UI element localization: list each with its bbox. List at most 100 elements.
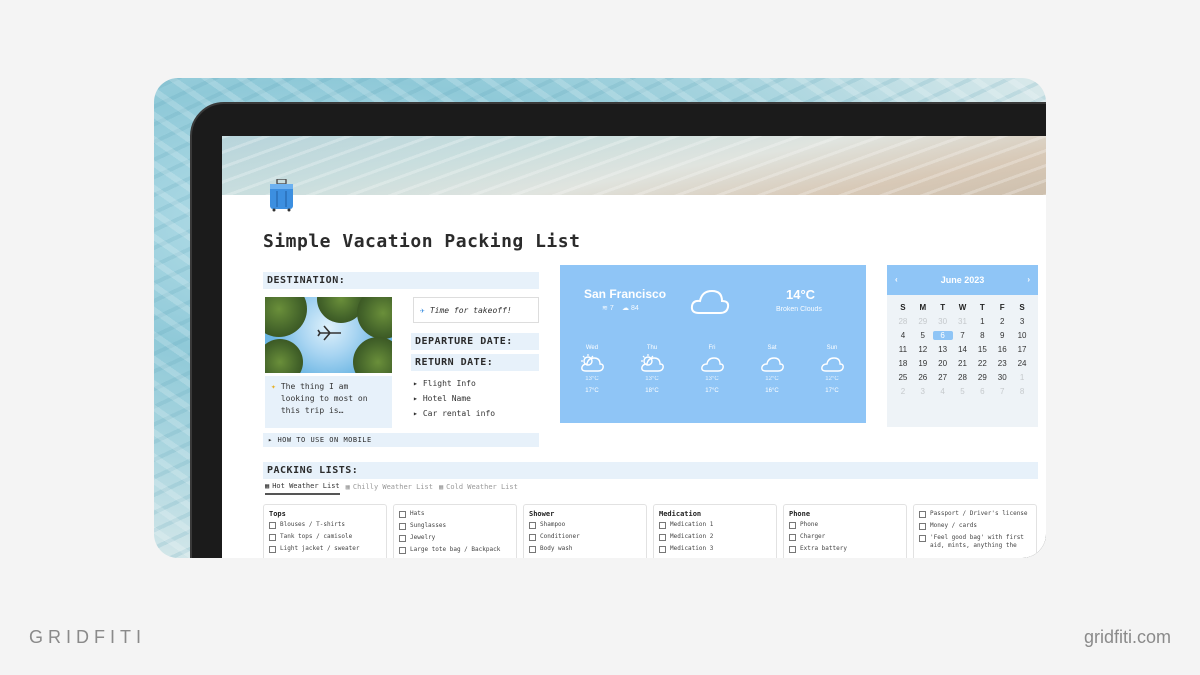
calendar-day[interactable]: 30 [933, 317, 953, 326]
checklist-item[interactable]: Medication 2 [659, 533, 771, 541]
calendar-day[interactable]: 5 [953, 387, 973, 396]
checkbox[interactable] [659, 522, 666, 529]
calendar-day[interactable]: 9 [992, 331, 1012, 340]
packing-list-card: Passport / Driver's license Money / cards… [913, 504, 1037, 558]
toggle-hotel-name[interactable]: ▸ Hotel Name [413, 394, 471, 403]
checkbox[interactable] [529, 522, 536, 529]
calendar-day[interactable]: 29 [913, 317, 933, 326]
calendar-day[interactable]: 12 [913, 345, 933, 354]
calendar-day[interactable]: 4 [933, 387, 953, 396]
calendar-day[interactable]: 24 [1012, 359, 1032, 368]
checklist-item[interactable]: Money / cards [919, 522, 1031, 530]
checklist-item[interactable]: Phone [789, 521, 901, 529]
calendar-day[interactable]: 2 [893, 387, 913, 396]
forecast-high: 17°C [705, 388, 719, 394]
next-month-button[interactable]: › [1027, 265, 1030, 295]
tab-view[interactable]: ▦ Hot Weather List [265, 482, 340, 495]
checklist-item[interactable]: Hats [399, 510, 511, 518]
checkbox[interactable] [399, 535, 406, 542]
trip-note[interactable]: ✦ The thing I am looking to most on this… [265, 376, 392, 428]
calendar-day[interactable]: 18 [893, 359, 913, 368]
checklist-item[interactable]: Conditioner [529, 533, 641, 541]
checkbox[interactable] [919, 535, 926, 542]
calendar-day[interactable]: 29 [972, 373, 992, 382]
checklist-item[interactable]: Jewelry [399, 534, 511, 542]
calendar-day[interactable]: 6 [932, 331, 953, 340]
calendar-day[interactable]: 7 [953, 331, 973, 340]
checklist-item[interactable]: Light jacket / sweater [269, 545, 381, 553]
checklist-item[interactable]: Blouses / T-shirts [269, 521, 381, 529]
checklist-item[interactable]: Charger [789, 533, 901, 541]
calendar-day[interactable]: 20 [933, 359, 953, 368]
toggle-car-rental[interactable]: ▸ Car rental info [413, 409, 495, 418]
checklist-item[interactable]: Passport / Driver's license [919, 510, 1031, 518]
calendar-day[interactable]: 11 [893, 345, 913, 354]
list-title: Tops [269, 510, 286, 518]
tab-view[interactable]: ▦ Cold Weather List [439, 482, 518, 495]
checklist-label: 'Feel good bag' with first aid, mints, a… [930, 534, 1024, 549]
calendar-day[interactable]: 4 [893, 331, 913, 340]
checkbox[interactable] [269, 522, 276, 529]
calendar-day[interactable]: 30 [992, 373, 1012, 382]
calendar-widget: ‹ June 2023 › S M T W T F S 28 29 30 31 1 2 3 4 5 6 7 8 9 10… [887, 265, 1038, 427]
calendar-day[interactable]: 15 [972, 345, 992, 354]
calendar-day[interactable]: 3 [1012, 317, 1032, 326]
checklist-item[interactable]: Extra battery [789, 545, 901, 553]
takeoff-callout[interactable]: ✈ Time for takeoff! [413, 297, 539, 323]
checkbox[interactable] [659, 534, 666, 541]
checklist-item[interactable]: Medication 3 [659, 545, 771, 553]
checkbox[interactable] [399, 547, 406, 554]
checklist-item[interactable]: Tank tops / camisole [269, 533, 381, 541]
calendar-day[interactable]: 21 [953, 359, 973, 368]
checklist-item[interactable]: Medication 1 [659, 521, 771, 529]
calendar-day[interactable]: 1 [972, 317, 992, 326]
checkbox[interactable] [529, 534, 536, 541]
mobile-toggle[interactable]: ▸ HOW TO USE ON MOBILE [263, 433, 539, 447]
calendar-day[interactable]: 28 [953, 373, 973, 382]
calendar-day[interactable]: 28 [893, 317, 913, 326]
calendar-day[interactable]: 6 [972, 387, 992, 396]
calendar-day[interactable]: 19 [913, 359, 933, 368]
calendar-day[interactable]: 1 [1012, 373, 1032, 382]
calendar-day[interactable]: 5 [913, 331, 933, 340]
checkbox[interactable] [789, 522, 796, 529]
calendar-day[interactable]: 7 [992, 387, 1012, 396]
checkbox[interactable] [789, 534, 796, 541]
checklist-item[interactable]: Sunglasses [399, 522, 511, 530]
calendar-day[interactable]: 14 [953, 345, 973, 354]
checkbox[interactable] [919, 523, 926, 530]
checkbox[interactable] [399, 523, 406, 530]
checklist-item[interactable]: 'Feel good bag' with first aid, mints, a… [919, 534, 1031, 550]
calendar-day[interactable]: 26 [913, 373, 933, 382]
calendar-day[interactable]: 3 [913, 387, 933, 396]
checkbox[interactable] [789, 546, 796, 553]
calendar-day[interactable]: 25 [893, 373, 913, 382]
calendar-day[interactable]: 16 [992, 345, 1012, 354]
checkbox[interactable] [529, 546, 536, 553]
checkbox[interactable] [269, 534, 276, 541]
checkbox[interactable] [919, 511, 926, 518]
prev-month-button[interactable]: ‹ [895, 265, 898, 295]
checklist-item[interactable]: Body wash [529, 545, 641, 553]
calendar-day[interactable]: 13 [933, 345, 953, 354]
calendar-day[interactable]: 17 [1012, 345, 1032, 354]
weather-widget[interactable]: San Francisco ≋ 7 ☁ 84 14°C Broken Cloud… [560, 265, 866, 423]
calendar-day[interactable]: 2 [992, 317, 1012, 326]
calendar-day[interactable]: 27 [933, 373, 953, 382]
weather-condition: Broken Clouds [776, 306, 822, 313]
calendar-day[interactable]: 10 [1012, 331, 1032, 340]
checklist-label: Tank tops / camisole [280, 533, 353, 540]
calendar-day[interactable]: 31 [953, 317, 973, 326]
calendar-day[interactable]: 22 [972, 359, 992, 368]
forecast-day: Wed 13°C 17°C [572, 345, 612, 394]
tab-view[interactable]: ▦ Chilly Weather List [346, 482, 433, 495]
checkbox[interactable] [659, 546, 666, 553]
checkbox[interactable] [269, 546, 276, 553]
calendar-day[interactable]: 23 [992, 359, 1012, 368]
checklist-item[interactable]: Shampoo [529, 521, 641, 529]
checkbox[interactable] [399, 511, 406, 518]
checklist-item[interactable]: Large tote bag / Backpack [399, 546, 511, 554]
calendar-day[interactable]: 8 [972, 331, 992, 340]
calendar-day[interactable]: 8 [1012, 387, 1032, 396]
toggle-flight-info[interactable]: ▸ Flight Info [413, 379, 476, 388]
